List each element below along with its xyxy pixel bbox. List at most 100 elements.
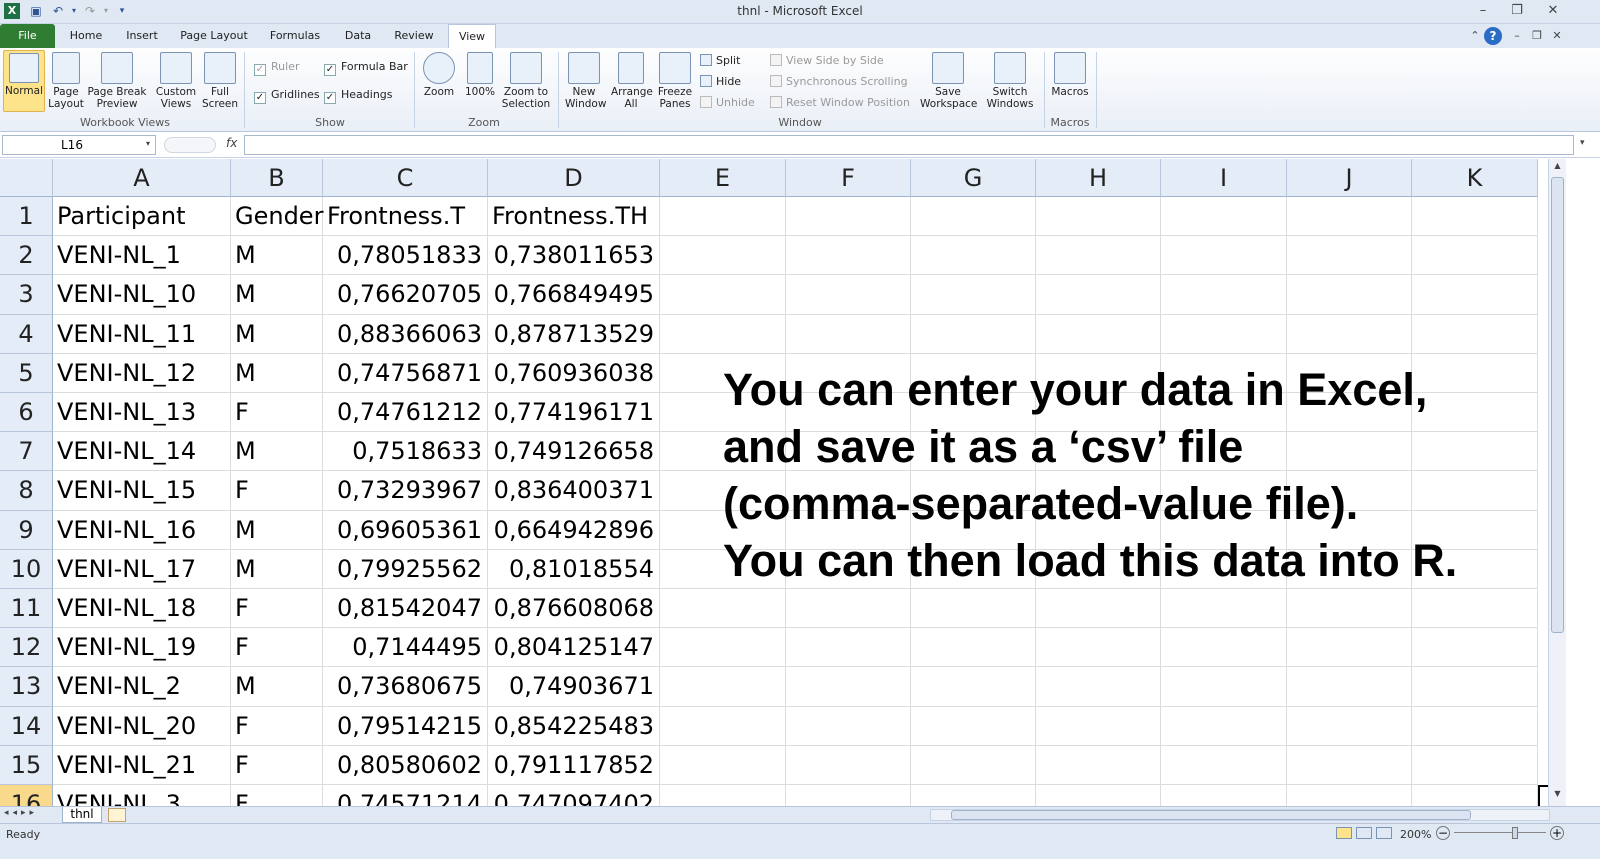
minimize-icon[interactable]: – xyxy=(1472,2,1494,20)
table-cell[interactable] xyxy=(1036,589,1161,629)
table-cell[interactable]: 0,80580602 xyxy=(323,745,488,785)
table-cell[interactable] xyxy=(660,275,786,315)
table-cell[interactable] xyxy=(660,785,786,806)
table-cell[interactable] xyxy=(786,628,911,668)
table-cell[interactable]: VENI-NL_19 xyxy=(53,628,231,668)
column-header-a[interactable]: A xyxy=(53,159,231,197)
page-layout-view-button[interactable]: Page Layout xyxy=(46,52,86,110)
table-cell[interactable] xyxy=(1412,236,1538,276)
table-cell[interactable]: 0,760936038 xyxy=(488,353,660,393)
table-cell[interactable] xyxy=(1412,589,1538,629)
table-cell[interactable] xyxy=(786,667,911,707)
table-cell[interactable] xyxy=(1412,706,1538,746)
page-break-preview-button[interactable]: Page Break Preview xyxy=(86,52,148,110)
formula-bar-checkbox[interactable]: ✓ Formula Bar xyxy=(324,60,408,76)
table-cell[interactable] xyxy=(1412,628,1538,668)
table-cell[interactable]: F xyxy=(231,393,323,433)
table-cell[interactable] xyxy=(1287,667,1412,707)
table-cell[interactable]: 0,81542047 xyxy=(323,589,488,629)
tab-review[interactable]: Review xyxy=(388,24,440,48)
table-cell[interactable] xyxy=(660,628,786,668)
help-icon[interactable]: ? xyxy=(1484,27,1502,45)
table-cell[interactable]: 0,74756871 xyxy=(323,353,488,393)
insert-function-icon[interactable]: fx xyxy=(226,136,237,150)
table-cell[interactable]: 0,7144495 xyxy=(323,628,488,668)
tab-file[interactable]: File xyxy=(0,24,55,48)
macros-button[interactable]: Macros xyxy=(1048,52,1092,98)
column-header-b[interactable]: B xyxy=(231,159,323,197)
zoom-slider-track[interactable] xyxy=(1454,832,1546,833)
table-cell[interactable]: 0,766849495 xyxy=(488,275,660,315)
table-cell[interactable] xyxy=(1036,275,1161,315)
sheet-nav-arrows-icon[interactable]: ◂◂▸▸ xyxy=(4,808,38,818)
select-all-corner[interactable] xyxy=(0,159,53,197)
row-header[interactable]: 1 xyxy=(0,197,53,237)
table-cell[interactable]: VENI-NL_21 xyxy=(53,745,231,785)
table-cell[interactable]: Participant xyxy=(53,197,231,237)
table-cell[interactable]: 0,854225483 xyxy=(488,706,660,746)
table-cell[interactable]: 0,738011653 xyxy=(488,236,660,276)
table-cell[interactable] xyxy=(1287,197,1412,237)
column-header-e[interactable]: E xyxy=(660,159,786,197)
table-cell[interactable]: 0,78051833 xyxy=(323,236,488,276)
synchronous-scrolling-button[interactable]: Synchronous Scrolling xyxy=(770,75,908,89)
zoom-100-button[interactable]: 100% xyxy=(462,52,498,98)
normal-view-status-icon[interactable] xyxy=(1336,827,1352,839)
row-header[interactable]: 4 xyxy=(0,314,53,354)
save-workspace-button[interactable]: Save Workspace xyxy=(918,52,978,110)
table-cell[interactable]: 0,88366063 xyxy=(323,314,488,354)
table-cell[interactable]: F xyxy=(231,628,323,668)
table-cell[interactable]: M xyxy=(231,353,323,393)
row-header[interactable]: 16 xyxy=(0,785,53,806)
table-cell[interactable]: Gender xyxy=(231,197,323,237)
table-cell[interactable] xyxy=(660,197,786,237)
formula-bar-expand-icon[interactable]: ▾ xyxy=(1580,138,1585,148)
zoom-button[interactable]: Zoom xyxy=(420,52,458,98)
table-cell[interactable] xyxy=(1287,314,1412,354)
table-cell[interactable] xyxy=(1287,628,1412,668)
tab-home[interactable]: Home xyxy=(62,24,110,48)
name-box-dropdown-icon[interactable]: ▾ xyxy=(146,139,150,148)
table-cell[interactable]: 0,747097402 xyxy=(488,785,660,806)
table-cell[interactable] xyxy=(911,314,1036,354)
table-cell[interactable]: M xyxy=(231,236,323,276)
row-header[interactable]: 14 xyxy=(0,706,53,746)
table-cell[interactable] xyxy=(1161,275,1287,315)
tab-view[interactable]: View xyxy=(448,24,496,49)
workbook-close-icon[interactable]: ✕ xyxy=(1546,27,1568,45)
workbook-restore-icon[interactable]: ❐ xyxy=(1526,27,1548,45)
column-header-f[interactable]: F xyxy=(786,159,911,197)
table-cell[interactable]: VENI-NL_11 xyxy=(53,314,231,354)
row-header[interactable]: 2 xyxy=(0,236,53,276)
close-icon[interactable]: ✕ xyxy=(1542,2,1564,20)
table-cell[interactable] xyxy=(660,667,786,707)
horizontal-scroll-thumb[interactable] xyxy=(951,810,1471,820)
table-cell[interactable]: VENI-NL_3 xyxy=(53,785,231,806)
hide-button[interactable]: Hide xyxy=(700,75,741,89)
table-cell[interactable] xyxy=(660,745,786,785)
table-cell[interactable]: 0,7518633 xyxy=(323,432,488,472)
table-cell[interactable] xyxy=(1036,236,1161,276)
row-header[interactable]: 7 xyxy=(0,432,53,472)
row-header[interactable]: 6 xyxy=(0,393,53,433)
table-cell[interactable] xyxy=(786,706,911,746)
table-cell[interactable] xyxy=(660,314,786,354)
table-cell[interactable]: 0,836400371 xyxy=(488,471,660,511)
normal-view-button[interactable]: Normal xyxy=(3,50,45,112)
column-header-i[interactable]: I xyxy=(1161,159,1287,197)
table-cell[interactable] xyxy=(786,275,911,315)
column-header-j[interactable]: J xyxy=(1287,159,1412,197)
name-box[interactable]: L16 xyxy=(2,135,156,155)
table-cell[interactable]: VENI-NL_12 xyxy=(53,353,231,393)
table-cell[interactable]: 0,74761212 xyxy=(323,393,488,433)
tab-data[interactable]: Data xyxy=(336,24,380,48)
vertical-scroll-thumb[interactable] xyxy=(1551,177,1564,633)
table-cell[interactable]: Frontness.TH xyxy=(488,197,660,237)
insert-sheet-icon[interactable] xyxy=(108,808,126,822)
table-cell[interactable] xyxy=(786,785,911,806)
formula-bar-expand-handle[interactable] xyxy=(164,137,216,153)
table-cell[interactable]: F xyxy=(231,706,323,746)
table-cell[interactable] xyxy=(1161,628,1287,668)
zoom-to-selection-button[interactable]: Zoom to Selection xyxy=(500,52,552,110)
zoom-level[interactable]: 200% xyxy=(1400,828,1431,841)
